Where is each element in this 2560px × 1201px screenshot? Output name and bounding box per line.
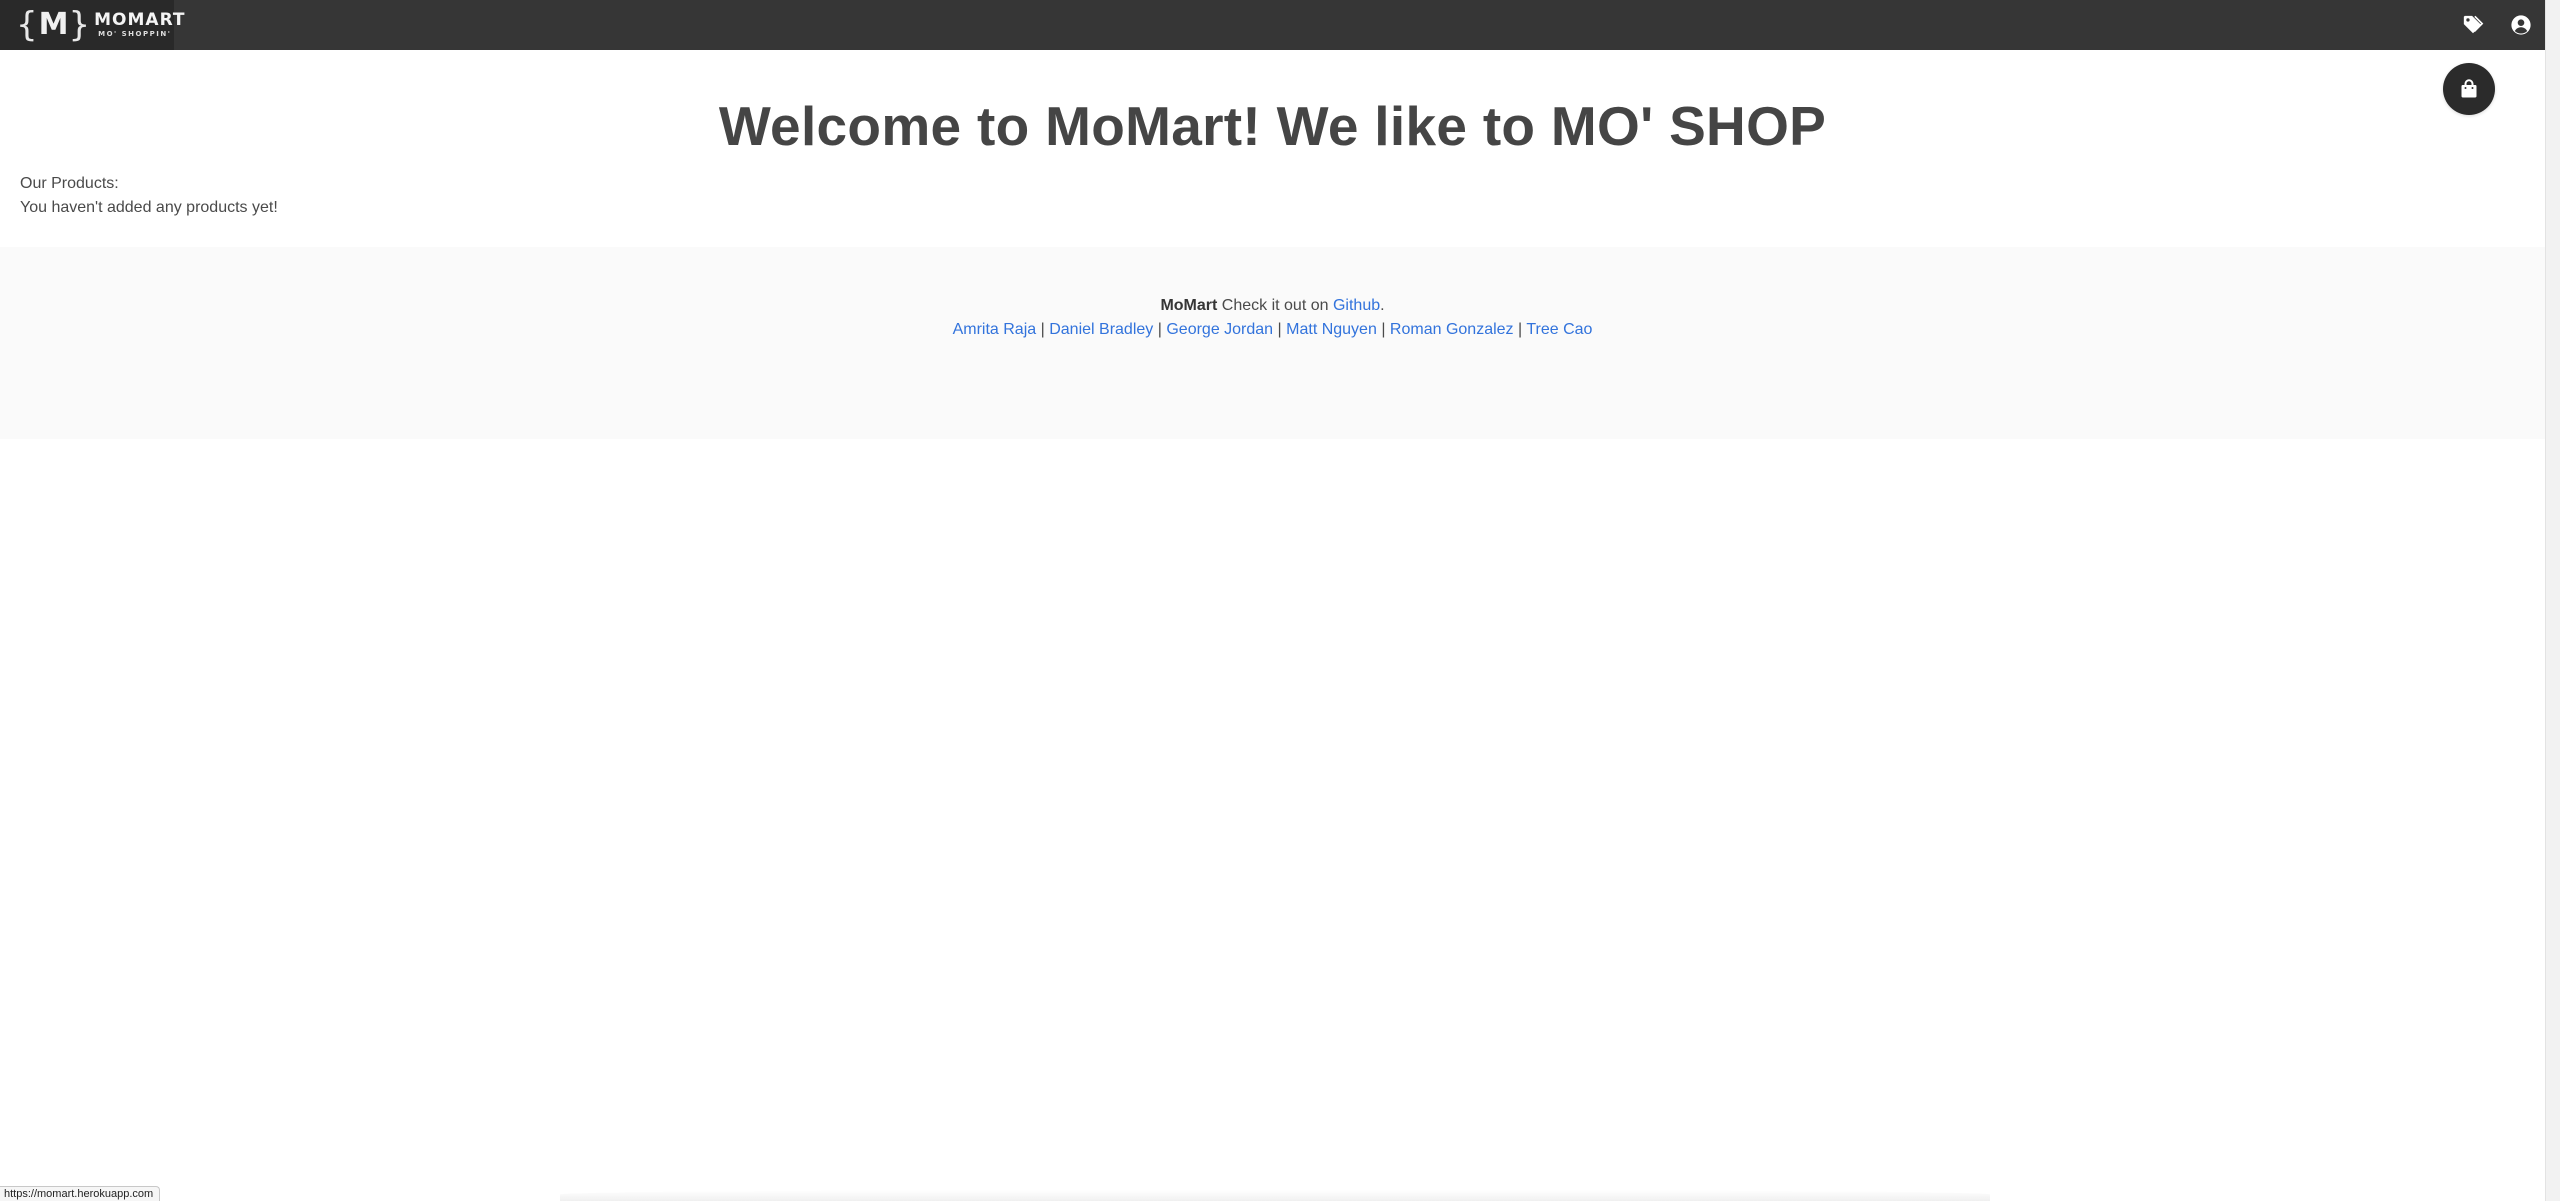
footer-text: Check it out on — [1221, 297, 1329, 314]
footer-authors: Amrita Raja | Daniel Bradley | George Jo… — [0, 318, 2545, 342]
author-separator: | — [1277, 321, 1282, 338]
author-link-george-jordan[interactable]: George Jordan — [1166, 321, 1273, 338]
logo-title: MOMART — [94, 10, 186, 30]
footer: MoMart Check it out on Github. Amrita Ra… — [0, 247, 2545, 439]
author-separator: | — [1381, 321, 1386, 338]
author-link-daniel-bradley[interactable]: Daniel Bradley — [1049, 321, 1153, 338]
tag-icon[interactable] — [2449, 0, 2497, 50]
author-separator: | — [1518, 321, 1523, 338]
user-circle-icon[interactable] — [2497, 0, 2545, 50]
logo-text: MOMART MO' SHOPPIN' — [94, 12, 185, 38]
logo-subtitle: MO' SHOPPIN' — [98, 30, 172, 38]
momart-logo: { M } MOMART MO' SHOPPIN' — [16, 8, 186, 42]
footer-brand: MoMart — [1160, 297, 1218, 314]
empty-products-message: You haven't added any products yet! — [20, 199, 278, 216]
page: { M } MOMART MO' SHOPPIN' Welcome to MoM… — [0, 0, 2545, 1201]
brand-logo-link[interactable]: { M } MOMART MO' SHOPPIN' — [0, 0, 185, 50]
footer-period: . — [1380, 297, 1385, 314]
navbar-actions — [2449, 0, 2545, 50]
status-bar-url: https://momart.herokuapp.com — [0, 1186, 161, 1201]
author-link-amrita-raja[interactable]: Amrita Raja — [953, 321, 1037, 338]
logo-brace-left: { — [16, 5, 38, 45]
author-link-roman-gonzalez[interactable]: Roman Gonzalez — [1390, 321, 1514, 338]
author-separator: | — [1157, 321, 1162, 338]
footer-credits: MoMart Check it out on Github. — [0, 294, 2545, 318]
products-section: Our Products: You haven't added any prod… — [20, 172, 278, 220]
navbar: { M } MOMART MO' SHOPPIN' — [0, 0, 2545, 50]
logo-mark: M — [38, 7, 69, 42]
author-separator: | — [1040, 321, 1045, 338]
github-link[interactable]: Github — [1333, 297, 1380, 314]
author-link-tree-cao[interactable]: Tree Cao — [1526, 321, 1592, 338]
products-label: Our Products: — [20, 175, 119, 192]
bottom-shadow — [560, 1190, 1990, 1201]
logo-brace-right: } — [68, 5, 91, 45]
scrollbar-gutter[interactable] — [2545, 0, 2560, 1201]
page-title: Welcome to MoMart! We like to MO' SHOP — [718, 95, 1827, 157]
author-link-matt-nguyen[interactable]: Matt Nguyen — [1286, 321, 1377, 338]
